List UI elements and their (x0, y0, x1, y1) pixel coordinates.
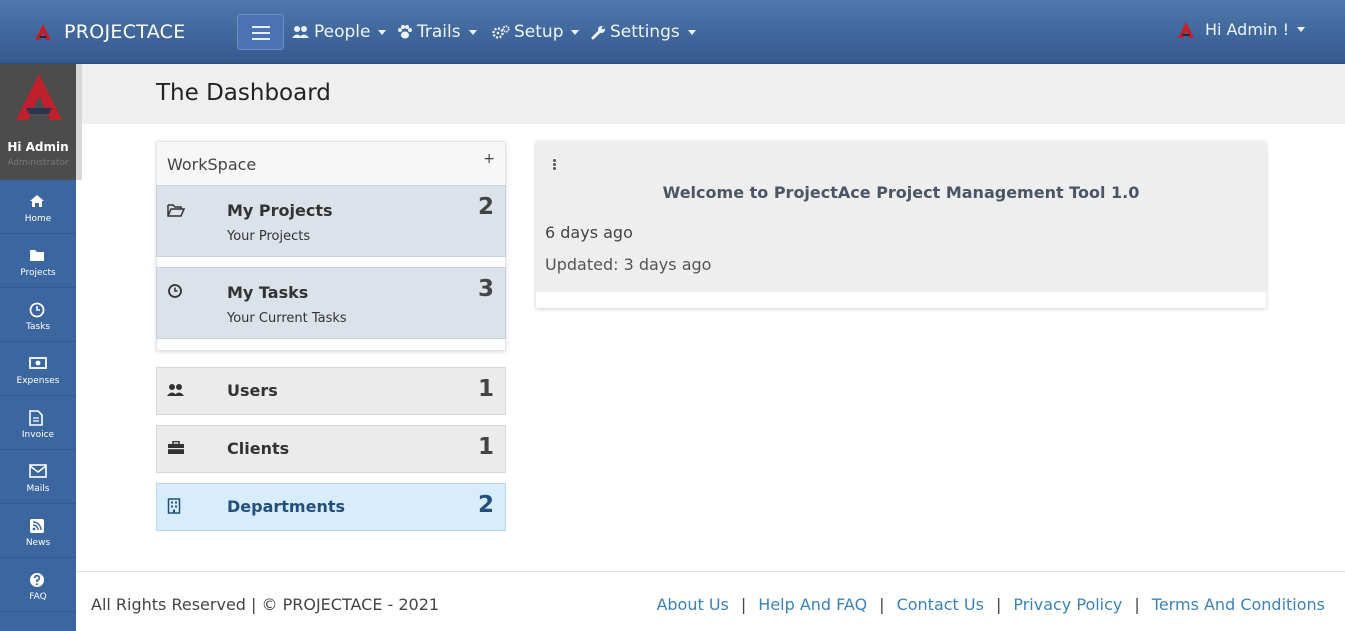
footer-link-about[interactable]: About Us (656, 595, 728, 614)
sidebar-item-label: Home (24, 214, 52, 224)
footer-link-help[interactable]: Help And FAQ (758, 595, 867, 614)
sidebar-item-label: Invoice (21, 430, 55, 440)
sidebar-item-label: Projects (20, 268, 56, 278)
sidebar: Hi Admin Administrator Home Projects Tas… (0, 64, 82, 631)
my-tasks-count: 3 (477, 276, 494, 302)
brand-logo-icon (35, 24, 51, 40)
welcome-card-body: Welcome to ProjectAce Project Management… (536, 141, 1266, 292)
sidebar-item-projects[interactable]: Projects (0, 234, 76, 288)
briefcase-icon (168, 441, 184, 454)
footer-link-contact[interactable]: Contact Us (897, 595, 984, 614)
welcome-title: Welcome to ProjectAce Project Management… (662, 183, 1140, 202)
footer-link-privacy[interactable]: Privacy Policy (1013, 595, 1122, 614)
footer-copyright: All Rights Reserved | © PROJECTACE - 202… (91, 595, 440, 614)
users-icon (167, 384, 184, 396)
nav-people-label: People (314, 22, 371, 42)
my-projects-subtitle: Your Projects (227, 229, 311, 244)
nav-people-dropdown[interactable]: People (292, 20, 387, 44)
my-projects-tile[interactable]: My Projects Your Projects 2 (156, 185, 506, 257)
departments-tile[interactable]: Departments 2 (156, 483, 506, 531)
sidebar-item-faq[interactable]: FAQ (0, 558, 76, 612)
users-icon (292, 26, 309, 38)
sidebar-profile: Hi Admin Administrator (0, 64, 82, 180)
workspace-title: WorkSpace (167, 155, 257, 174)
workspace-header: WorkSpace + (157, 142, 505, 186)
building-icon (167, 498, 181, 514)
page-header: The Dashboard (82, 64, 1345, 124)
footer: All Rights Reserved | © PROJECTACE - 202… (76, 571, 1345, 631)
rss-icon (30, 519, 44, 533)
profile-logo-icon (16, 74, 62, 120)
sidebar-item-label: Tasks (25, 322, 51, 332)
footer-separator: | (995, 595, 1002, 614)
sidebar-item-label: FAQ (29, 592, 47, 602)
sidebar-item-news[interactable]: News (0, 504, 76, 558)
chevron-down-icon (1297, 27, 1305, 32)
nav-settings-dropdown[interactable]: Settings (591, 20, 696, 44)
profile-role: Administrator (7, 158, 69, 168)
clients-label: Clients (227, 439, 290, 458)
sidebar-item-label: News (25, 538, 51, 548)
my-projects-count: 2 (477, 194, 494, 220)
user-menu-label: Hi Admin ! (1204, 20, 1289, 39)
file-icon (29, 410, 43, 426)
nav-trails-label: Trails (417, 22, 461, 42)
departments-label: Departments (227, 497, 346, 516)
sidebar-item-mails[interactable]: Mails (0, 450, 76, 504)
my-tasks-label: My Tasks (227, 283, 309, 302)
footer-separator: | (1134, 595, 1140, 614)
my-tasks-tile[interactable]: My Tasks Your Current Tasks 3 (156, 267, 506, 339)
welcome-timestamp: 6 days ago (545, 223, 633, 242)
home-icon (30, 195, 44, 207)
sidebar-item-expenses[interactable]: Expenses (0, 342, 76, 396)
envelope-icon (29, 464, 47, 478)
question-icon (30, 573, 44, 587)
cogs-icon (492, 25, 510, 39)
user-logo-icon (1177, 21, 1194, 38)
top-navbar: PROJECTACE People Trails Setup Settings … (0, 0, 1345, 64)
folder-icon (30, 250, 44, 261)
profile-name: Hi Admin (7, 140, 69, 154)
my-projects-label: My Projects (227, 201, 333, 220)
users-label: Users (227, 381, 278, 400)
brand-name: PROJECTACE (64, 21, 186, 43)
sidebar-item-home[interactable]: Home (0, 180, 76, 234)
users-count: 1 (477, 376, 494, 402)
sidebar-item-invoice[interactable]: Invoice (0, 396, 76, 450)
chevron-down-icon (468, 29, 477, 35)
money-icon (29, 357, 47, 369)
footer-separator: | (879, 595, 885, 614)
sidebar-item-tasks[interactable]: Tasks (0, 288, 76, 342)
nav-trails-dropdown[interactable]: Trails (397, 20, 477, 44)
wrench-icon (591, 25, 605, 39)
user-menu-dropdown[interactable]: Hi Admin ! (1177, 20, 1305, 39)
paw-icon (398, 25, 412, 39)
welcome-updated: Updated: 3 days ago (545, 255, 712, 274)
footer-links: About Us | Help And FAQ | Contact Us | P… (656, 595, 1325, 614)
nav-settings-label: Settings (610, 22, 680, 42)
sidebar-item-label: Mails (26, 484, 50, 494)
departments-count: 2 (477, 492, 494, 518)
sidebar-toggle-button[interactable] (237, 14, 284, 50)
clients-tile[interactable]: Clients 1 (156, 425, 506, 473)
chevron-down-icon (571, 29, 580, 35)
page-title: The Dashboard (156, 80, 331, 106)
my-tasks-subtitle: Your Current Tasks (227, 311, 347, 326)
nav-setup-dropdown[interactable]: Setup (492, 20, 580, 44)
clients-count: 1 (477, 434, 494, 460)
welcome-card: Welcome to ProjectAce Project Management… (536, 141, 1266, 308)
users-tile[interactable]: Users 1 (156, 367, 506, 415)
chevron-down-icon (378, 29, 387, 35)
more-options-icon[interactable] (553, 159, 557, 171)
nav-setup-label: Setup (514, 22, 564, 42)
folder-open-icon (167, 204, 185, 217)
clock-icon (168, 284, 182, 298)
footer-link-terms[interactable]: Terms And Conditions (1152, 595, 1325, 614)
workspace-add-button[interactable]: + (483, 151, 495, 167)
sidebar-item-label: Expenses (16, 376, 60, 386)
brand[interactable]: PROJECTACE (34, 18, 186, 46)
chevron-down-icon (687, 29, 696, 35)
footer-separator: | (740, 595, 747, 614)
clock-icon (29, 302, 45, 318)
